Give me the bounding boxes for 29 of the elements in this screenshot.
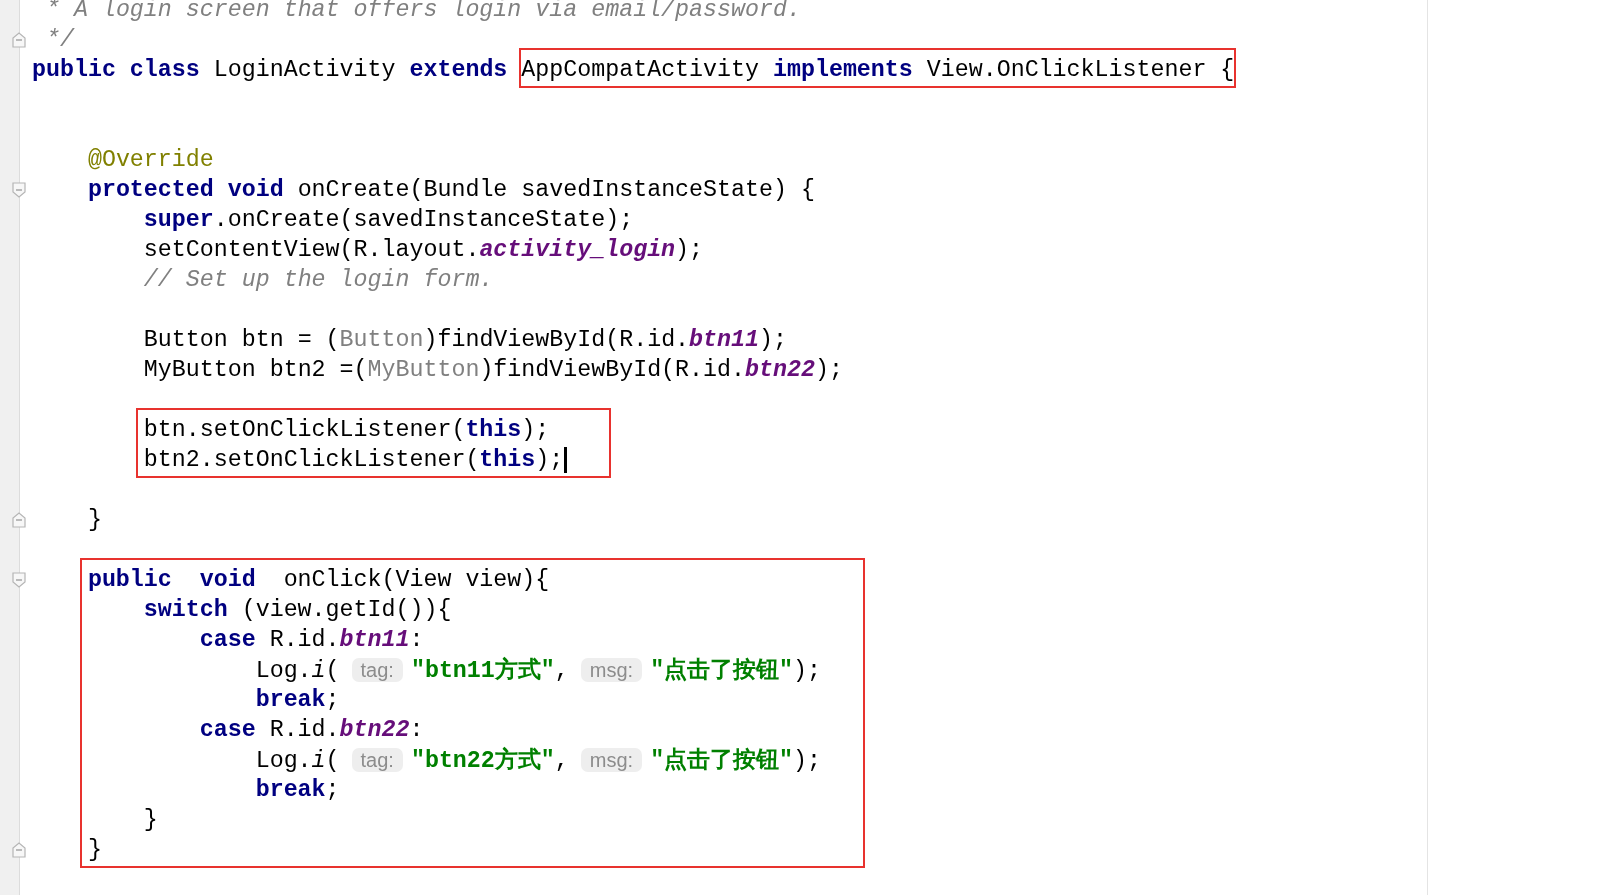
fold-icon[interactable] xyxy=(11,571,27,589)
code-line: } xyxy=(87,836,103,865)
code-line: Log.i( tag: "btn22方式", msg: "点击了按钮"); xyxy=(254,746,822,775)
code-line: setContentView(R.layout.activity_login); xyxy=(142,236,705,265)
code-line: public void onClick(View view){ xyxy=(87,566,551,595)
code-line: */ xyxy=(44,26,76,55)
fold-icon[interactable] xyxy=(11,511,27,529)
code-line: break; xyxy=(254,686,341,715)
code-line: * A login screen that offers login via email/password. xyxy=(44,0,802,25)
code-line: Button btn = (Button)findViewById(R.id.btn11); xyxy=(142,326,788,355)
fold-icon[interactable] xyxy=(11,841,27,859)
code-line: case R.id.btn22: xyxy=(198,716,425,745)
code-line: Log.i( tag: "btn11方式", msg: "点击了按钮"); xyxy=(254,656,822,685)
fold-icon[interactable] xyxy=(11,181,27,199)
fold-icon[interactable] xyxy=(11,31,27,49)
code-line: switch (view.getId()){ xyxy=(142,596,453,625)
code-line: @Override xyxy=(86,146,215,175)
code-line: MyButton btn2 =(MyButton)findViewById(R.id.btn22); xyxy=(142,356,844,385)
highlight-box: AppCompatActivity implements View.OnClickListener { xyxy=(519,48,1237,88)
text-cursor xyxy=(564,446,568,473)
code-line: break; xyxy=(254,776,341,805)
code-line: super.onCreate(savedInstanceState); xyxy=(142,206,635,235)
code-line: } xyxy=(86,506,103,535)
code-line: btn.setOnClickListener(this); xyxy=(143,416,551,445)
code-line: case R.id.btn11: xyxy=(198,626,425,655)
code-line: } xyxy=(142,806,159,835)
code-text: public class LoginActivity extends xyxy=(32,57,509,83)
code-line: // Set up the login form. xyxy=(142,266,495,295)
code-line: protected void onCreate(Bundle savedInstanceState) { xyxy=(86,176,816,205)
